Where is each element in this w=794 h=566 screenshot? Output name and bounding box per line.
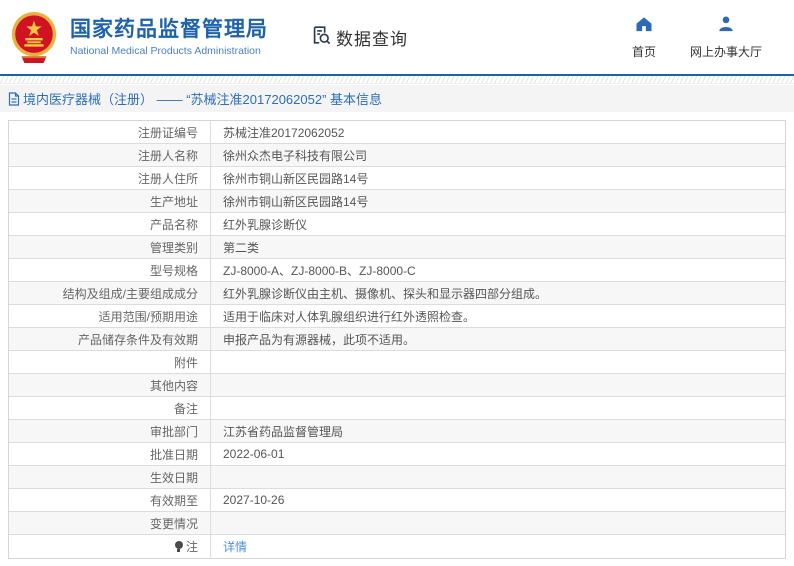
row-value [211, 351, 785, 373]
row-label: 注册人住所 [9, 167, 211, 189]
data-query-button[interactable]: 数据查询 [310, 24, 408, 51]
nav-item-home-label: 首页 [632, 43, 656, 60]
table-row: 产品储存条件及有效期申报产品为有源器械，此项不适用。 [9, 328, 785, 351]
row-label: 产品名称 [9, 213, 211, 235]
row-value: 徐州众杰电子科技有限公司 [211, 144, 785, 166]
row-value: 徐州市铜山新区民园路14号 [211, 167, 785, 189]
table-row: 批准日期2022-06-01 [9, 443, 785, 466]
table-row: 注详情 [9, 535, 785, 558]
table-row: 附件 [9, 351, 785, 374]
user-icon [716, 14, 736, 39]
details-link[interactable]: 详情 [223, 538, 247, 555]
home-icon [634, 14, 654, 39]
row-label: 注册证编号 [9, 121, 211, 143]
breadcrumb: 境内医疗器械（注册） —— “苏械注准20172062052” 基本信息 [0, 85, 794, 112]
row-value: 申报产品为有源器械，此项不适用。 [211, 328, 785, 350]
row-label: 管理类别 [9, 236, 211, 258]
national-emblem-icon [8, 9, 60, 65]
row-label: 型号规格 [9, 259, 211, 281]
table-row: 型号规格ZJ-8000-A、ZJ-8000-B、ZJ-8000-C [9, 259, 785, 282]
table-row: 变更情况 [9, 512, 785, 535]
header: 国家药品监督管理局 National Medical Products Admi… [0, 0, 794, 74]
hatch-band [0, 76, 794, 84]
row-label: 结构及组成/主要组成成分 [9, 282, 211, 304]
row-value: 江苏省药品监督管理局 [211, 420, 785, 442]
row-value [211, 374, 785, 396]
document-icon [8, 92, 20, 106]
table-row: 其他内容 [9, 374, 785, 397]
row-value: 2022-06-01 [211, 443, 785, 465]
row-value: 详情 [211, 535, 785, 558]
row-value [211, 512, 785, 534]
row-value: 红外乳腺诊断仪 [211, 213, 785, 235]
table-row: 结构及组成/主要组成成分红外乳腺诊断仪由主机、摄像机、探头和显示器四部分组成。 [9, 282, 785, 305]
row-label: 注册人名称 [9, 144, 211, 166]
row-value: ZJ-8000-A、ZJ-8000-B、ZJ-8000-C [211, 259, 785, 281]
table-row: 备注 [9, 397, 785, 420]
row-value: 徐州市铜山新区民园路14号 [211, 190, 785, 212]
row-label: 生产地址 [9, 190, 211, 212]
table-row: 生产地址徐州市铜山新区民园路14号 [9, 190, 785, 213]
row-value: 苏械注准20172062052 [211, 121, 785, 143]
breadcrumb-text: 境内医疗器械（注册） —— “苏械注准20172062052” 基本信息 [23, 89, 382, 108]
table-row: 产品名称红外乳腺诊断仪 [9, 213, 785, 236]
table-row: 生效日期 [9, 466, 785, 489]
table-row: 审批部门江苏省药品监督管理局 [9, 420, 785, 443]
nav-item-service-hall[interactable]: 网上办事大厅 [690, 14, 762, 60]
brand-subtitle: National Medical Products Administration [70, 45, 268, 57]
table-row: 适用范围/预期用途适用于临床对人体乳腺组织进行红外透照检查。 [9, 305, 785, 328]
table-row: 注册人名称徐州众杰电子科技有限公司 [9, 144, 785, 167]
row-label: 有效期至 [9, 489, 211, 511]
table-row: 有效期至2027-10-26 [9, 489, 785, 512]
table-row: 管理类别第二类 [9, 236, 785, 259]
top-nav: 首页 网上办事大厅 [632, 14, 780, 60]
nav-item-service-hall-label: 网上办事大厅 [690, 43, 762, 60]
row-label: 附件 [9, 351, 211, 373]
row-value [211, 397, 785, 419]
row-value: 2027-10-26 [211, 489, 785, 511]
table-row: 注册证编号苏械注准20172062052 [9, 121, 785, 144]
row-label: 批准日期 [9, 443, 211, 465]
row-label: 其他内容 [9, 374, 211, 396]
row-value: 红外乳腺诊断仪由主机、摄像机、探头和显示器四部分组成。 [211, 282, 785, 304]
row-label: 生效日期 [9, 466, 211, 488]
row-label: 审批部门 [9, 420, 211, 442]
nav-item-home[interactable]: 首页 [632, 14, 656, 60]
row-label: 产品储存条件及有效期 [9, 328, 211, 350]
row-label: 注 [9, 535, 211, 558]
row-label: 备注 [9, 397, 211, 419]
brand-title: 国家药品监督管理局 [70, 17, 268, 42]
row-value: 第二类 [211, 236, 785, 258]
row-value [211, 466, 785, 488]
data-query-label: 数据查询 [336, 25, 408, 50]
registration-info-table: 注册证编号苏械注准20172062052注册人名称徐州众杰电子科技有限公司注册人… [8, 120, 786, 559]
row-label: 适用范围/预期用途 [9, 305, 211, 327]
table-row: 注册人住所徐州市铜山新区民园路14号 [9, 167, 785, 190]
bulb-icon [175, 541, 183, 552]
row-label: 变更情况 [9, 512, 211, 534]
document-search-icon [310, 24, 332, 51]
row-value: 适用于临床对人体乳腺组织进行红外透照检查。 [211, 305, 785, 327]
brand: 国家药品监督管理局 National Medical Products Admi… [70, 17, 268, 56]
